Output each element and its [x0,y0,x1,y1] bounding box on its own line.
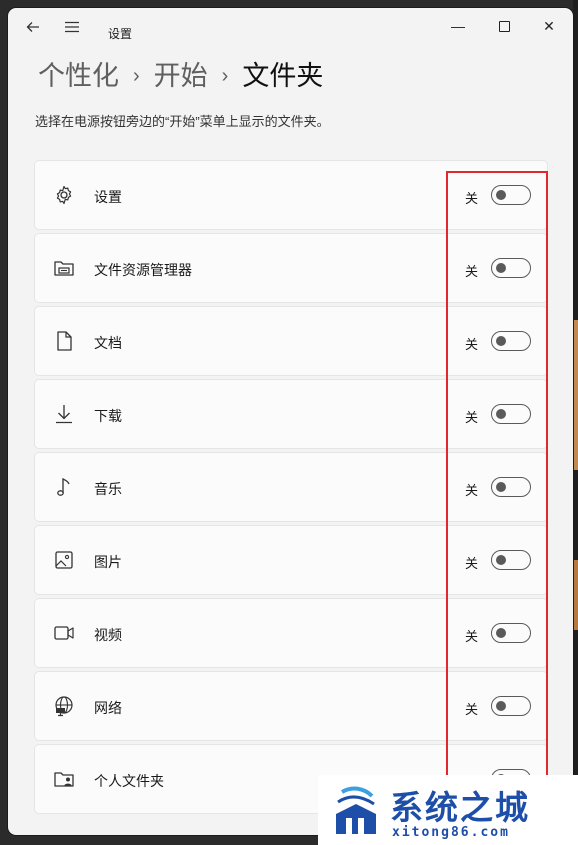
folder-label: 设置 [94,189,122,205]
folder-row[interactable]: 视频 关 [34,598,548,668]
title-bar: 设置 — ✕ [8,8,573,48]
breadcrumb: 个性化 › 开始 › 文件夹 [38,54,323,93]
toggle-state-label: 关 [465,264,479,279]
watermark-logo-icon [336,786,376,834]
app-title: 设置 [108,27,133,41]
maximize-icon [498,21,510,32]
folder-row[interactable]: 下载 关 [34,379,548,449]
folder-toggle[interactable] [491,258,531,278]
folder-label: 图片 [94,554,122,570]
toggle-knob [496,482,506,492]
folder-toggle[interactable] [491,696,531,716]
settings-window: 设置 — ✕ 个性化 › 开始 › 文件夹 选择在电源按钮旁边的“开始”菜单上显示的文件… [8,8,573,835]
folder-row[interactable]: 文件资源管理器 关 [34,233,548,303]
folder-label: 个人文件夹 [94,773,164,789]
breadcrumb-separator: › [133,65,140,87]
toggle-knob [496,701,506,711]
toggle-state-label: 关 [465,337,479,352]
toggle-state-label: 关 [465,702,479,717]
minimize-button[interactable]: — [445,16,471,36]
watermark: 系统之城 xitong86.com [318,775,578,845]
hamburger-menu-icon[interactable] [64,20,80,38]
folder-label: 文档 [94,335,122,351]
breadcrumb-item-start[interactable]: 开始 [154,61,208,91]
watermark-url: xitong86.com [392,825,510,840]
toggle-state-label: 关 [465,629,479,644]
folder-label: 视频 [94,627,122,643]
toggle-state-label: 关 [465,410,479,425]
close-button[interactable]: ✕ [536,16,562,36]
folder-row[interactable]: 网络 关 [34,671,548,741]
folder-toggle[interactable] [491,404,531,424]
toggle-knob [496,190,506,200]
toggle-knob [496,263,506,273]
breadcrumb-separator: › [221,65,229,87]
gear-icon [53,184,75,206]
breadcrumb-item-personalization[interactable]: 个性化 [38,61,119,91]
video-icon [53,622,75,644]
personal-folder-icon [53,768,75,790]
folder-toggle[interactable] [491,331,531,351]
folder-toggle[interactable] [491,185,531,205]
folder-toggle[interactable] [491,623,531,643]
toggle-state-label: 关 [465,191,479,206]
folder-toggle[interactable] [491,550,531,570]
toggle-state-label: 关 [465,556,479,571]
back-arrow-icon[interactable] [26,20,40,38]
folder-row[interactable]: 设置 关 [34,160,548,230]
folder-label: 网络 [94,700,122,716]
folder-row[interactable]: 文档 关 [34,306,548,376]
document-icon [53,330,75,352]
toggle-knob [496,336,506,346]
page-title: 文件夹 [242,61,324,91]
toggle-knob [496,555,506,565]
music-icon [53,476,75,498]
toggle-knob [496,628,506,638]
page-description: 选择在电源按钮旁边的“开始”菜单上显示的文件夹。 [35,114,330,129]
folder-label: 文件资源管理器 [94,262,192,278]
picture-icon [53,549,75,571]
folder-toggle[interactable] [491,477,531,497]
folder-label: 下载 [94,408,122,424]
maximize-button[interactable] [491,16,517,36]
download-icon [53,403,75,425]
file-explorer-icon [53,257,75,279]
folder-row[interactable]: 图片 关 [34,525,548,595]
toggle-state-label: 关 [465,483,479,498]
network-icon [53,695,75,717]
watermark-title: 系统之城 [390,788,530,827]
folder-label: 音乐 [94,481,122,497]
folder-row[interactable]: 音乐 关 [34,452,548,522]
background-strip [573,0,578,845]
toggle-knob [496,409,506,419]
